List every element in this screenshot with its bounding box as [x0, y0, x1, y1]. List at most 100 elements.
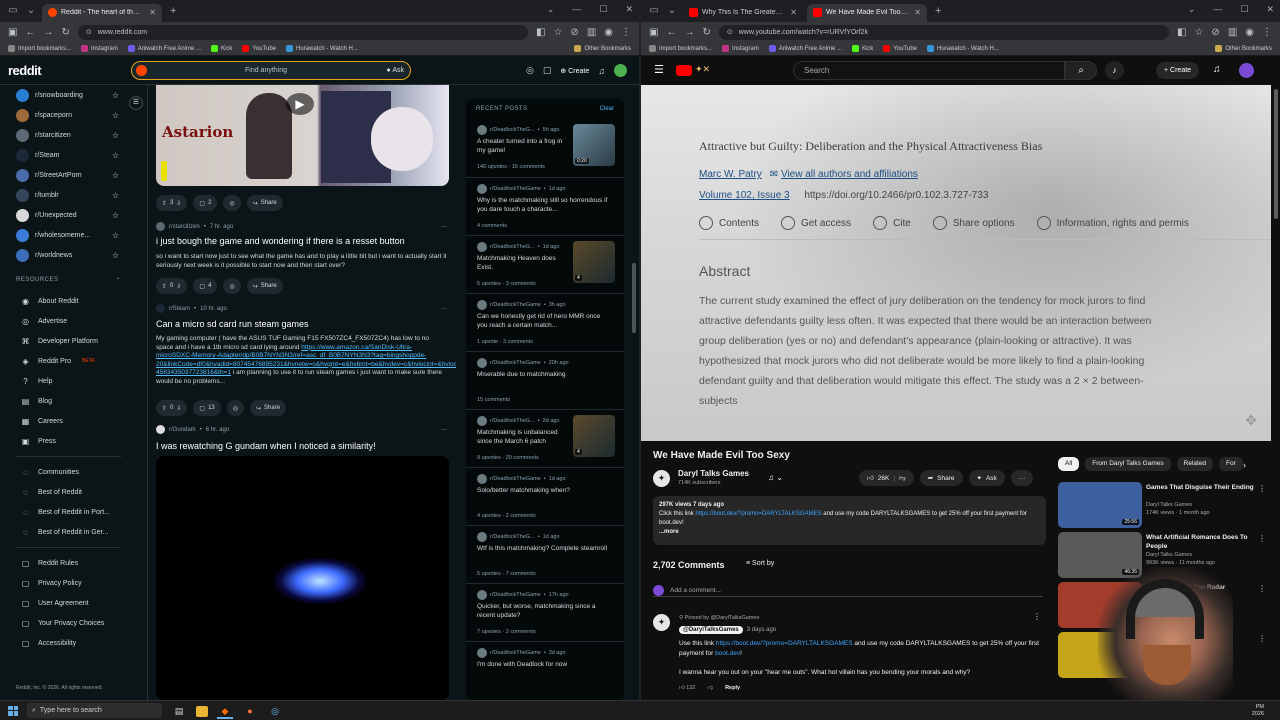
avatar[interactable] — [614, 64, 627, 77]
create-button[interactable]: + Create — [1156, 62, 1200, 79]
profile-icon[interactable]: ◉ — [1245, 27, 1254, 38]
recommended-video[interactable]: 25:56 Games That Disguise Their Ending Dar… — [1058, 482, 1268, 532]
post-video-thumbnail[interactable]: Astarion ▶ — [156, 85, 449, 186]
adblock-icon[interactable]: ⊘ — [1211, 27, 1219, 38]
task-view-icon[interactable]: ▤ — [171, 703, 187, 719]
reddit-logo[interactable]: reddit — [8, 63, 42, 78]
more-options-icon[interactable]: ··· — [441, 306, 447, 312]
bookmark-item[interactable]: Instagram — [81, 45, 118, 52]
commenter-avatar[interactable]: ✦ — [653, 614, 670, 631]
resources-heading[interactable]: RESOURCES ⌃ — [16, 277, 147, 291]
post-image[interactable] — [156, 456, 449, 700]
recent-post-item[interactable]: r/DeadlockTheGame • 1d ago Why is the match… — [466, 177, 624, 235]
menu-icon[interactable]: ⋮ — [1262, 27, 1272, 38]
bookmark-item[interactable]: Import bookmarks... — [8, 45, 71, 52]
notifications-bell-icon[interactable]: ♫ — [598, 66, 605, 76]
recent-post-item[interactable]: r/DeadlockTheG... • 5h ago A cheater turned… — [466, 119, 624, 177]
back-icon[interactable]: ← — [25, 27, 35, 38]
tab-youtube-2[interactable]: We Have Made Evil Too Sexy ✕ — [807, 3, 927, 22]
sidebar-item-resource[interactable]: ▦ Careers — [16, 411, 147, 431]
sidebar-item-resource[interactable]: ◈ Reddit Pro BETA — [16, 351, 147, 371]
subscribed-bell-button[interactable]: ♫ ⌄ — [768, 470, 800, 486]
sidebar-item-subreddit[interactable]: r/tumblr ☆ — [16, 185, 147, 205]
award-button[interactable]: ◎ — [223, 278, 241, 294]
tab-youtube-1[interactable]: Why This Is The Greatest Lord O... ✕ — [683, 4, 803, 22]
more-options-icon[interactable]: ⋮ — [1258, 584, 1266, 593]
tab-search-icon[interactable]: ⌄ — [547, 4, 555, 15]
share-button[interactable]: ↪ Share — [246, 278, 283, 294]
sidebar-item-subreddit[interactable]: r/StreetArtPorn ☆ — [16, 165, 147, 185]
bookmark-star-icon[interactable]: ☆ — [1194, 27, 1203, 38]
star-icon[interactable]: ☆ — [112, 191, 119, 200]
reply-button[interactable]: Reply — [725, 685, 740, 691]
bookmark-item[interactable]: Aniwatch Free Anime ... — [768, 45, 842, 52]
firefox-icon[interactable]: ● — [242, 703, 258, 719]
chat-icon[interactable]: ▢ — [543, 65, 552, 76]
new-tab-icon[interactable]: + — [935, 5, 941, 17]
vote-control[interactable]: ⇧ 0 ⇩ — [156, 400, 188, 416]
sidebar-item-resource[interactable]: ◎ Advertise — [16, 311, 147, 331]
post-title[interactable]: i just bough the game and wondering if t… — [156, 236, 446, 246]
site-info-icon[interactable]: ⊙ — [86, 28, 92, 36]
bookmark-item[interactable]: Import bookmarks... — [649, 45, 712, 52]
recent-post-item[interactable]: r/DeadlockTheGame • 17h ago Quicker, but wo… — [466, 583, 624, 641]
sidebar-item-subreddit[interactable]: r/Steam ☆ — [16, 145, 147, 165]
brave-browser-icon[interactable]: ◆ — [217, 703, 233, 719]
sidebar-item-policy[interactable]: ▢ Reddit Rules — [16, 553, 147, 573]
site-info-icon[interactable]: ⊙ — [727, 28, 733, 36]
comment-link[interactable]: boot.dev — [715, 650, 740, 657]
search-input[interactable]: Search — [793, 61, 1065, 80]
maximize-icon[interactable]: ☐ — [599, 4, 607, 15]
chip-for-you[interactable]: For — [1219, 457, 1243, 471]
notifications-bell-icon[interactable]: ♫ — [1213, 64, 1221, 75]
channel-name[interactable]: Daryl Talks Games — [678, 469, 749, 478]
star-icon[interactable]: ☆ — [112, 131, 119, 140]
star-icon[interactable]: ☆ — [112, 211, 119, 220]
bookmark-item[interactable]: Hurawatch - Watch H... — [286, 45, 358, 52]
vote-control[interactable]: ⇧ 0 ⇩ — [156, 278, 188, 294]
sidebar-toggle-icon[interactable]: ▣ — [649, 27, 658, 38]
recent-post-item[interactable]: r/DeadlockTheGame • 1d ago Solo/better matc… — [466, 467, 624, 525]
description-link[interactable]: https://boot.dev/?promo=DARYLTALKSGAMES — [695, 511, 821, 517]
vote-control[interactable]: ⇧ 3 ⇩ — [156, 195, 188, 211]
video-thumbnail[interactable]: 25:56 — [1058, 482, 1142, 528]
steam-icon[interactable]: ◎ — [267, 703, 283, 719]
recent-post-item[interactable]: r/DeadlockTheGame • 3d ago I'm done with De… — [466, 641, 624, 699]
subreddit-avatar[interactable] — [156, 304, 165, 313]
ads-icon[interactable]: ◎ — [526, 65, 534, 76]
extensions-icon[interactable]: ◧ — [536, 27, 545, 38]
sidebar-item-resource[interactable]: ▤ Blog — [16, 391, 147, 411]
play-icon[interactable]: ▶ — [286, 93, 314, 115]
page-scrollbar[interactable] — [631, 85, 637, 700]
show-more-button[interactable]: ...more — [659, 529, 679, 535]
reload-icon[interactable]: ↻ — [61, 27, 69, 38]
avatar[interactable] — [1239, 63, 1254, 78]
new-tab-icon[interactable]: + — [170, 5, 176, 17]
close-tab-icon[interactable]: ✕ — [790, 8, 797, 17]
sidebar-item-policy[interactable]: ▢ Your Privacy Choices — [16, 613, 147, 633]
hamburger-menu-icon[interactable]: ☰ — [654, 63, 664, 76]
tab-search-icon[interactable]: ⌄ — [24, 4, 38, 18]
star-icon[interactable]: ☆ — [112, 111, 119, 120]
ask-button[interactable]: ● Ask — [387, 67, 404, 74]
sidebar-item-policy[interactable]: ▢ Privacy Policy — [16, 573, 147, 593]
sidebar-item-resource[interactable]: ◉ About Reddit — [16, 291, 147, 311]
bookmark-item[interactable]: Kick — [852, 45, 873, 52]
file-explorer-icon[interactable] — [196, 706, 208, 717]
comments-button[interactable]: ▢ 4 — [193, 278, 218, 294]
recent-post-item[interactable]: r/DeadlockTheGame • 20h ago Miserable due t… — [466, 351, 624, 409]
sidebar-item-policy[interactable]: ▢ User Agreement — [16, 593, 147, 613]
close-window-icon[interactable]: ✕ — [1266, 4, 1274, 15]
sidebar-item-community[interactable]: ◌ Communities — [16, 462, 147, 482]
sidebar-item-resource[interactable]: ⌘ Developer Platform — [16, 331, 147, 351]
award-button[interactable]: ◎ — [223, 195, 241, 211]
more-options-button[interactable]: ··· — [1010, 470, 1034, 486]
sidebar-item-resource[interactable]: ? Help — [16, 371, 147, 391]
close-tab-icon[interactable]: ✕ — [914, 8, 921, 17]
taskbar-search-input[interactable]: ⌕ Type here to search — [27, 703, 162, 718]
profile-icon[interactable]: ◉ — [604, 27, 613, 38]
scrollbar-thumb[interactable] — [1274, 89, 1278, 219]
chip-from-channel[interactable]: From Daryl Talks Games — [1085, 457, 1171, 471]
youtube-logo[interactable] — [676, 65, 692, 76]
channel-avatar[interactable]: ✦ — [653, 470, 670, 487]
